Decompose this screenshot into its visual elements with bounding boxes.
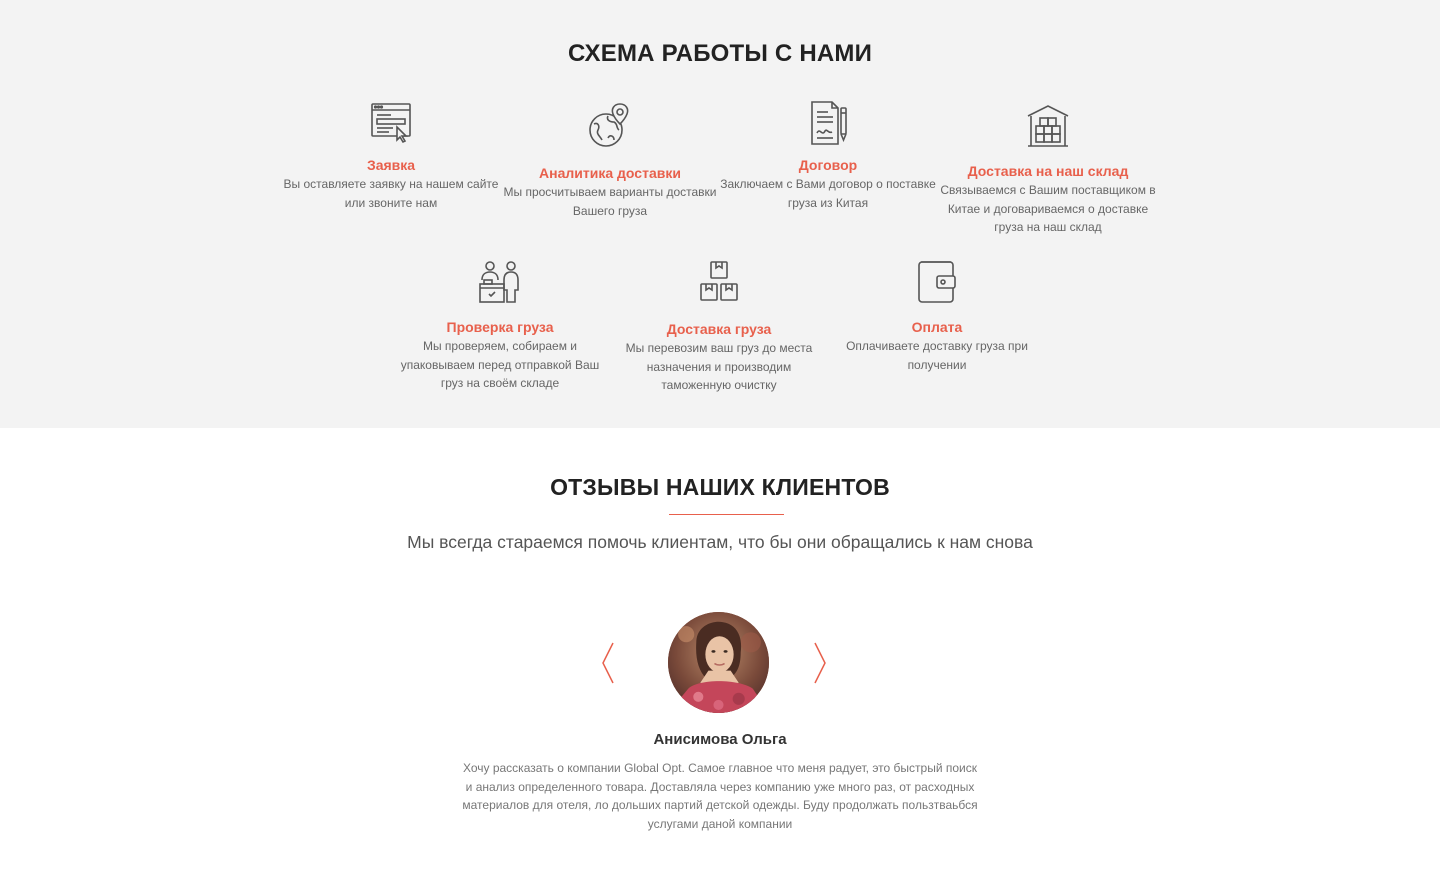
scheme-title: СХЕМА РАБОТЫ С НАМИ [567,40,873,67]
step-description: Связываемся с Вашим поставщиком в Китае … [940,183,1156,234]
step-analytics: Аналитика доставки Мы просчитываем вариа… [502,100,718,220]
step-title: Договор [798,157,858,173]
reviewer-name: Анисимова Ольга [653,731,787,748]
step-warehouse: Доставка на наш склад Связываемся с Ваши… [940,100,1156,237]
warehouse-icon [1024,102,1072,150]
step-title: Заявка [366,157,416,173]
step-title: Оплата [911,319,963,335]
contract-icon [804,100,852,148]
step-title: Аналитика доставки [539,165,681,181]
step-description: Мы просчитываем варианты доставки Вашего… [503,185,717,218]
cargo-check-icon [476,258,524,306]
next-review-button[interactable] [807,640,831,686]
chevron-left-icon [597,642,621,690]
step-contract: Договор Заключаем с Вами договор о поста… [720,100,936,212]
step-description: Заключаем с Вами договор о поставке груз… [720,177,936,210]
step-description: Вы оставляете заявку на нашем сайте или … [283,177,499,210]
step-title: Проверка груза [446,319,554,335]
step-description: Мы перевозим ваш груз до места назначени… [625,341,813,392]
prev-review-button[interactable] [597,640,621,686]
step-title: Доставка на наш склад [967,163,1129,179]
step-cargo-check: Проверка груза Мы проверяем, собираем и … [392,258,608,393]
wallet-icon [913,258,961,306]
work-scheme-section: СХЕМА РАБОТЫ С НАМИ Заявка Вы оставляете… [0,0,1440,428]
chevron-right-icon [807,642,831,690]
step-description: Оплачиваете доставку груза при получении [846,339,1028,372]
reviews-subtitle: Мы всегда стараемся помочь клиентам, что… [407,532,1033,552]
application-form-icon [367,100,415,148]
step-description: Мы проверяем, собираем и упаковываем пер… [400,339,600,390]
review-text: Хочу рассказать о компании Global Opt. С… [462,761,978,832]
title-divider [669,514,784,515]
globe-location-icon [586,102,634,150]
reviewer-avatar [668,612,769,713]
step-title: Доставка груза [666,321,772,337]
step-application: Заявка Вы оставляете заявку на нашем сай… [283,100,499,212]
step-delivery: Доставка груза Мы перевозим ваш груз до … [611,258,827,395]
reviews-title: ОТЗЫВЫ НАШИХ КЛИЕНТОВ [550,474,890,500]
step-payment: Оплата Оплачиваете доставку груза при по… [829,258,1045,374]
boxes-icon [695,258,743,306]
